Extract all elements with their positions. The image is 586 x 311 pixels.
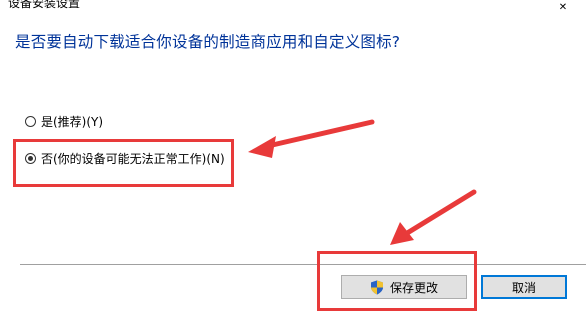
arrow-line-save [401,189,477,238]
arrow-head-option [248,136,276,158]
option-yes[interactable]: 是(推荐)(Y) [25,112,103,130]
separator [20,264,586,265]
title-bar: 设备安装设置 ✕ [0,0,586,22]
annotation-box-option [13,139,234,187]
radio-yes[interactable] [25,115,36,127]
arrow-head-save [390,222,414,245]
close-button[interactable]: ✕ [540,0,586,14]
dialog-question: 是否要自动下载适合你设备的制造商应用和自定义图标? [15,33,401,51]
annotation-box-save [317,251,477,311]
close-icon: ✕ [558,1,568,13]
arrow-line-option [265,119,375,149]
cancel-button-label: 取消 [511,280,536,295]
option-yes-label[interactable]: 是(推荐)(Y) [41,113,103,130]
window-title: 设备安装设置 [8,0,81,10]
cancel-button[interactable]: 取消 [481,275,567,299]
